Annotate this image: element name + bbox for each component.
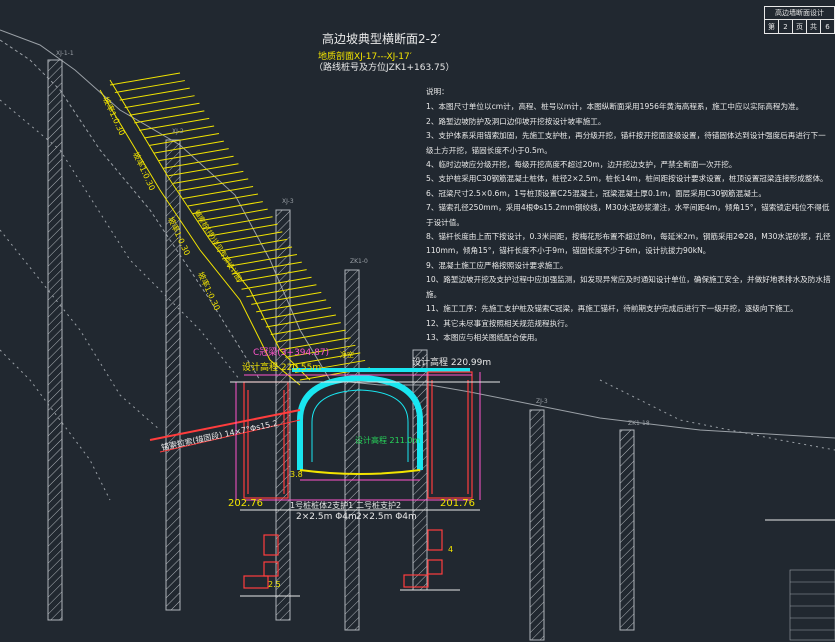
tunnel-section bbox=[292, 368, 470, 475]
pile-label-left: 1号桩桩体2支护1 bbox=[290, 501, 354, 510]
sheet-number: 2 bbox=[779, 20, 793, 34]
note-item: 11、施工工序：先施工支护桩及锚索C冠梁，再施工锚杆，待前期支护完成后进行下一级… bbox=[426, 304, 798, 314]
pile-label-right: 二号桩支护2 bbox=[356, 501, 402, 510]
title-block: 高边墙断面设计 第 2 页 共 6 bbox=[764, 6, 835, 34]
slope-anchors bbox=[99, 72, 371, 386]
tunnel-elevation: 设计高程 211.0m bbox=[355, 436, 421, 445]
design-elevation-left: 设计高程 220.55m bbox=[242, 363, 322, 373]
elevation-left: 202.76 bbox=[228, 498, 263, 509]
borehole-label: ZK1-18 bbox=[628, 420, 650, 427]
dim-2-5: 2.5 bbox=[268, 580, 281, 589]
total-number: 6 bbox=[825, 23, 830, 31]
total-label: 共 bbox=[807, 20, 821, 34]
note-item: 12、其它未尽事宜按照相关规范规程执行。 bbox=[426, 318, 573, 328]
borehole-label: ZK1-0 bbox=[350, 258, 368, 265]
note-item: 6、冠梁尺寸2.5×0.6m，1号桩顶设置C25混凝土，冠梁混凝土厚0.1m，面… bbox=[426, 188, 766, 198]
note-item: 5、支护桩采用C30钢筋混凝土桩体，桩径2×2.5m，桩长14m，桩间距按设计要… bbox=[426, 174, 828, 184]
drawing-title: 高边坡典型横断面2-2′ bbox=[322, 32, 441, 46]
sheet-label: 第 bbox=[765, 20, 779, 34]
note-item: 4、临时边坡应分级开挖，每级开挖高度不超过20m，边开挖边支护，严禁全断面一次开… bbox=[426, 160, 737, 170]
note-item: 10、路堑边坡开挖及支护过程中应加强监测，如发现异常应及时通知设计单位，确保施工… bbox=[426, 275, 831, 299]
borehole-label: XJ-1-1 bbox=[56, 50, 74, 57]
elevation-right: 201.76 bbox=[440, 498, 475, 509]
legend-table bbox=[789, 569, 835, 641]
notes-block: 说明： 1、本图尺寸单位以cm计，高程、桩号以m计，本图纵断面采用1956年黄海… bbox=[426, 85, 831, 345]
notes-heading: 说明： bbox=[426, 87, 449, 96]
tunnel-clearance-label: 净空 bbox=[340, 351, 354, 359]
title-block-header: 高边墙断面设计 bbox=[765, 7, 834, 20]
beam-label: C冠梁(3+394.87) bbox=[253, 348, 330, 358]
note-item: 9、混凝土施工应严格按照设计要求施工。 bbox=[426, 260, 568, 270]
pile-dim-left: 2×2.5m Φ4m bbox=[296, 512, 357, 522]
dim-3-8: 3.8 bbox=[290, 470, 303, 479]
borehole-label: XJ-3 bbox=[282, 198, 294, 205]
page-unit: 页 bbox=[793, 20, 807, 34]
note-item: 7、锚索孔径250mm，采用4根Φs15.2mm钢绞线，M30水泥砂浆灌注，水平… bbox=[426, 203, 830, 227]
note-item: 8、锚杆长度由上而下按设计，0.3米间距，按梅花形布置不超过8m，每延米2m，钢… bbox=[426, 232, 831, 256]
dim-4: 4 bbox=[448, 545, 454, 554]
design-elevation-right: 设计高程 220.99m bbox=[412, 358, 492, 368]
note-item: 3、支护体系采用锚索加固，先施工支护桩，再分级开挖，锚杆按开挖面逐级设置，待锚固… bbox=[426, 131, 826, 155]
drawing-station: （路线桩号及方位JZK1+163.75） bbox=[314, 63, 455, 73]
pile-dim-right: 2×2.5m Φ4m bbox=[356, 512, 417, 522]
note-item: 13、本图应与相关图纸配合使用。 bbox=[426, 332, 542, 342]
borehole-label: ZJ-3 bbox=[536, 398, 548, 405]
borehole-label: XJ-2 bbox=[172, 128, 184, 135]
note-item: 1、本图尺寸单位以cm计，高程、桩号以m计，本图纵断面采用1956年黄海高程系，… bbox=[426, 102, 804, 112]
note-item: 2、路堑边坡防护及洞口边仰坡开挖按设计坡率施工。 bbox=[426, 116, 606, 126]
